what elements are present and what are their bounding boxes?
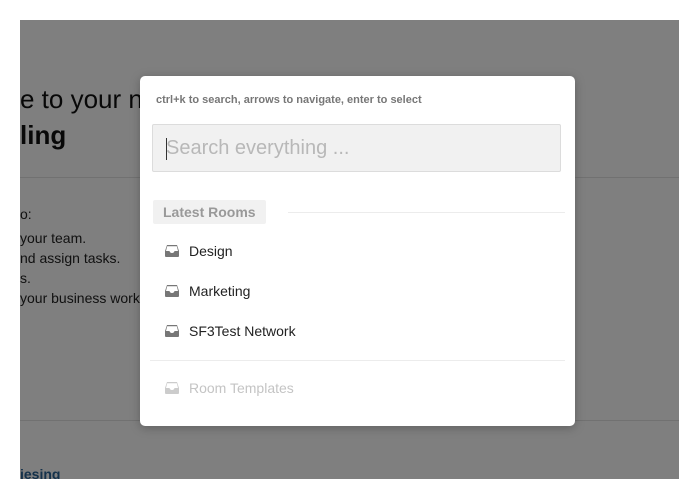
inbox-icon [165, 325, 179, 337]
list-divider [150, 360, 565, 361]
keyboard-hint: ctrl+k to search, arrows to navigate, en… [156, 94, 422, 106]
section-title-latest-rooms: Latest Rooms [153, 200, 266, 224]
room-item-marketing[interactable]: Marketing [150, 273, 565, 309]
inbox-icon [165, 382, 179, 394]
room-label: SF3Test Network [189, 323, 296, 339]
room-label: Design [189, 243, 233, 259]
section-divider [288, 212, 565, 213]
inbox-icon [165, 285, 179, 297]
search-box[interactable] [152, 124, 561, 172]
screen: e to your n ling o: your team. nd assign… [0, 0, 700, 500]
text-caret [166, 138, 167, 160]
room-templates-item[interactable]: Room Templates [150, 370, 565, 406]
search-modal: ctrl+k to search, arrows to navigate, en… [140, 76, 575, 426]
room-label: Marketing [189, 283, 251, 299]
room-item-design[interactable]: Design [150, 233, 565, 269]
search-input[interactable] [153, 125, 560, 171]
room-item-sf3test-network[interactable]: SF3Test Network [150, 313, 565, 349]
inbox-icon [165, 245, 179, 257]
room-templates-label: Room Templates [189, 380, 294, 396]
